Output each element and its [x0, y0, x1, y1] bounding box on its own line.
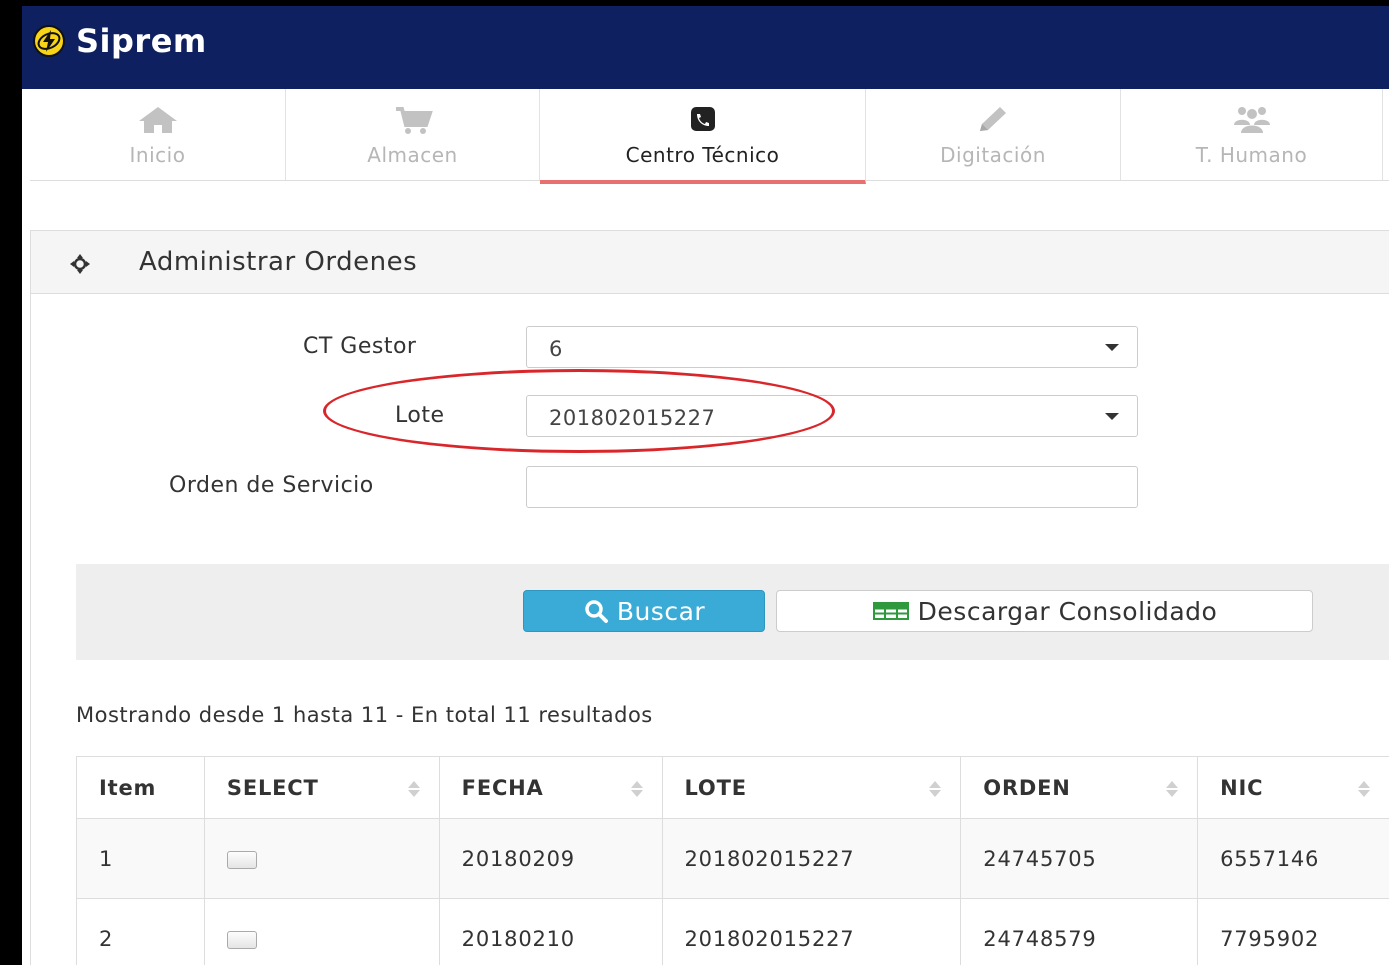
cell-item: 1	[76, 818, 205, 899]
cell-orden: 24748579	[960, 898, 1199, 965]
column-header-label: NIC	[1220, 775, 1264, 800]
annotation-highlight-ellipse	[323, 369, 835, 453]
column-header-item[interactable]: Item	[76, 756, 205, 819]
cell-orden: 24745705	[960, 818, 1199, 899]
table-header-row: Item SELECT FECHA LOTE ORDEN NIC	[76, 756, 1389, 819]
search-button[interactable]: Buscar	[523, 590, 765, 632]
download-consolidated-button[interactable]: Descargar Consolidado	[776, 590, 1313, 632]
tab-inicio[interactable]: Inicio	[30, 89, 286, 180]
orden-servicio-input[interactable]	[526, 466, 1138, 508]
shopping-cart-icon	[395, 106, 433, 134]
cell-select	[203, 898, 440, 965]
column-header-label: FECHA	[461, 775, 544, 800]
crosshair-icon	[70, 254, 90, 274]
download-button-label: Descargar Consolidado	[917, 596, 1218, 626]
table-icon	[872, 602, 909, 620]
action-bar: Buscar Descargar Consolidado	[76, 564, 1389, 660]
orden-servicio-label: Orden de Servicio	[169, 473, 374, 498]
cell-nic: 6557146	[1197, 818, 1389, 899]
tab-label: Centro Técnico	[625, 142, 780, 167]
pencil-icon	[980, 106, 1006, 131]
orders-table: Item SELECT FECHA LOTE ORDEN NIC 1 20180…	[76, 756, 1389, 965]
chevron-down-icon	[1105, 344, 1119, 351]
lightning-bolt-icon	[33, 25, 65, 57]
column-header-select[interactable]: SELECT	[203, 756, 440, 819]
ct-gestor-select[interactable]: 6	[526, 326, 1138, 368]
cell-nic: 7795902	[1197, 898, 1389, 965]
cell-select	[203, 818, 440, 899]
tab-t-humano[interactable]: T. Humano	[1121, 89, 1383, 180]
column-header-label: ORDEN	[983, 775, 1071, 800]
ct-gestor-label: CT Gestor	[303, 334, 417, 359]
tab-label: Almacen	[367, 142, 458, 167]
sort-icon	[407, 781, 420, 797]
phone-icon	[690, 106, 715, 131]
sort-icon	[1166, 781, 1179, 797]
brand[interactable]: Siprem	[32, 22, 207, 60]
orders-panel: Administrar Ordenes CT Gestor 6 Lote 201…	[30, 230, 1389, 965]
column-header-label: Item	[99, 775, 157, 800]
column-header-lote[interactable]: LOTE	[661, 756, 962, 819]
results-summary: Mostrando desde 1 hasta 11 - En total 11…	[76, 703, 653, 727]
tab-label: Inicio	[129, 142, 186, 167]
column-header-label: SELECT	[226, 775, 319, 800]
tab-digitacion[interactable]: Digitación	[866, 89, 1121, 180]
sort-icon	[929, 781, 942, 797]
chevron-down-icon	[1105, 413, 1119, 420]
column-header-nic[interactable]: NIC	[1197, 756, 1389, 819]
tab-label: T. Humano	[1195, 142, 1308, 167]
app-header: Siprem	[22, 6, 1389, 89]
search-button-label: Buscar	[616, 596, 706, 626]
table-row[interactable]: 2 20180210 201802015227 24748579 7795902	[76, 898, 1389, 965]
cell-lote: 201802015227	[661, 818, 962, 899]
sort-icon	[1358, 781, 1370, 797]
app-name: Siprem	[76, 22, 207, 60]
cell-lote: 201802015227	[661, 898, 962, 965]
column-header-fecha[interactable]: FECHA	[438, 756, 663, 819]
tab-label: Digitación	[940, 142, 1046, 167]
tab-centro-tecnico[interactable]: Centro Técnico	[540, 89, 866, 184]
window-frame-left	[0, 0, 22, 965]
tab-almacen[interactable]: Almacen	[286, 89, 540, 180]
row-select-checkbox[interactable]	[226, 930, 257, 949]
column-header-orden[interactable]: ORDEN	[960, 756, 1199, 819]
users-icon	[1233, 106, 1270, 133]
cell-fecha: 20180210	[438, 898, 663, 965]
panel-title: Administrar Ordenes	[139, 247, 418, 277]
sort-icon	[630, 781, 643, 797]
row-select-checkbox[interactable]	[226, 850, 257, 869]
column-header-label: LOTE	[684, 775, 747, 800]
cell-item: 2	[76, 898, 205, 965]
cell-fecha: 20180209	[438, 818, 663, 899]
panel-heading: Administrar Ordenes	[31, 231, 1389, 294]
ct-gestor-value: 6	[549, 337, 563, 361]
table-row[interactable]: 1 20180209 201802015227 24745705 6557146	[76, 818, 1389, 899]
search-icon	[585, 600, 608, 623]
home-icon	[138, 106, 177, 133]
main-nav-tabs: Inicio Almacen Centro Técnico Digitación	[30, 89, 1389, 184]
